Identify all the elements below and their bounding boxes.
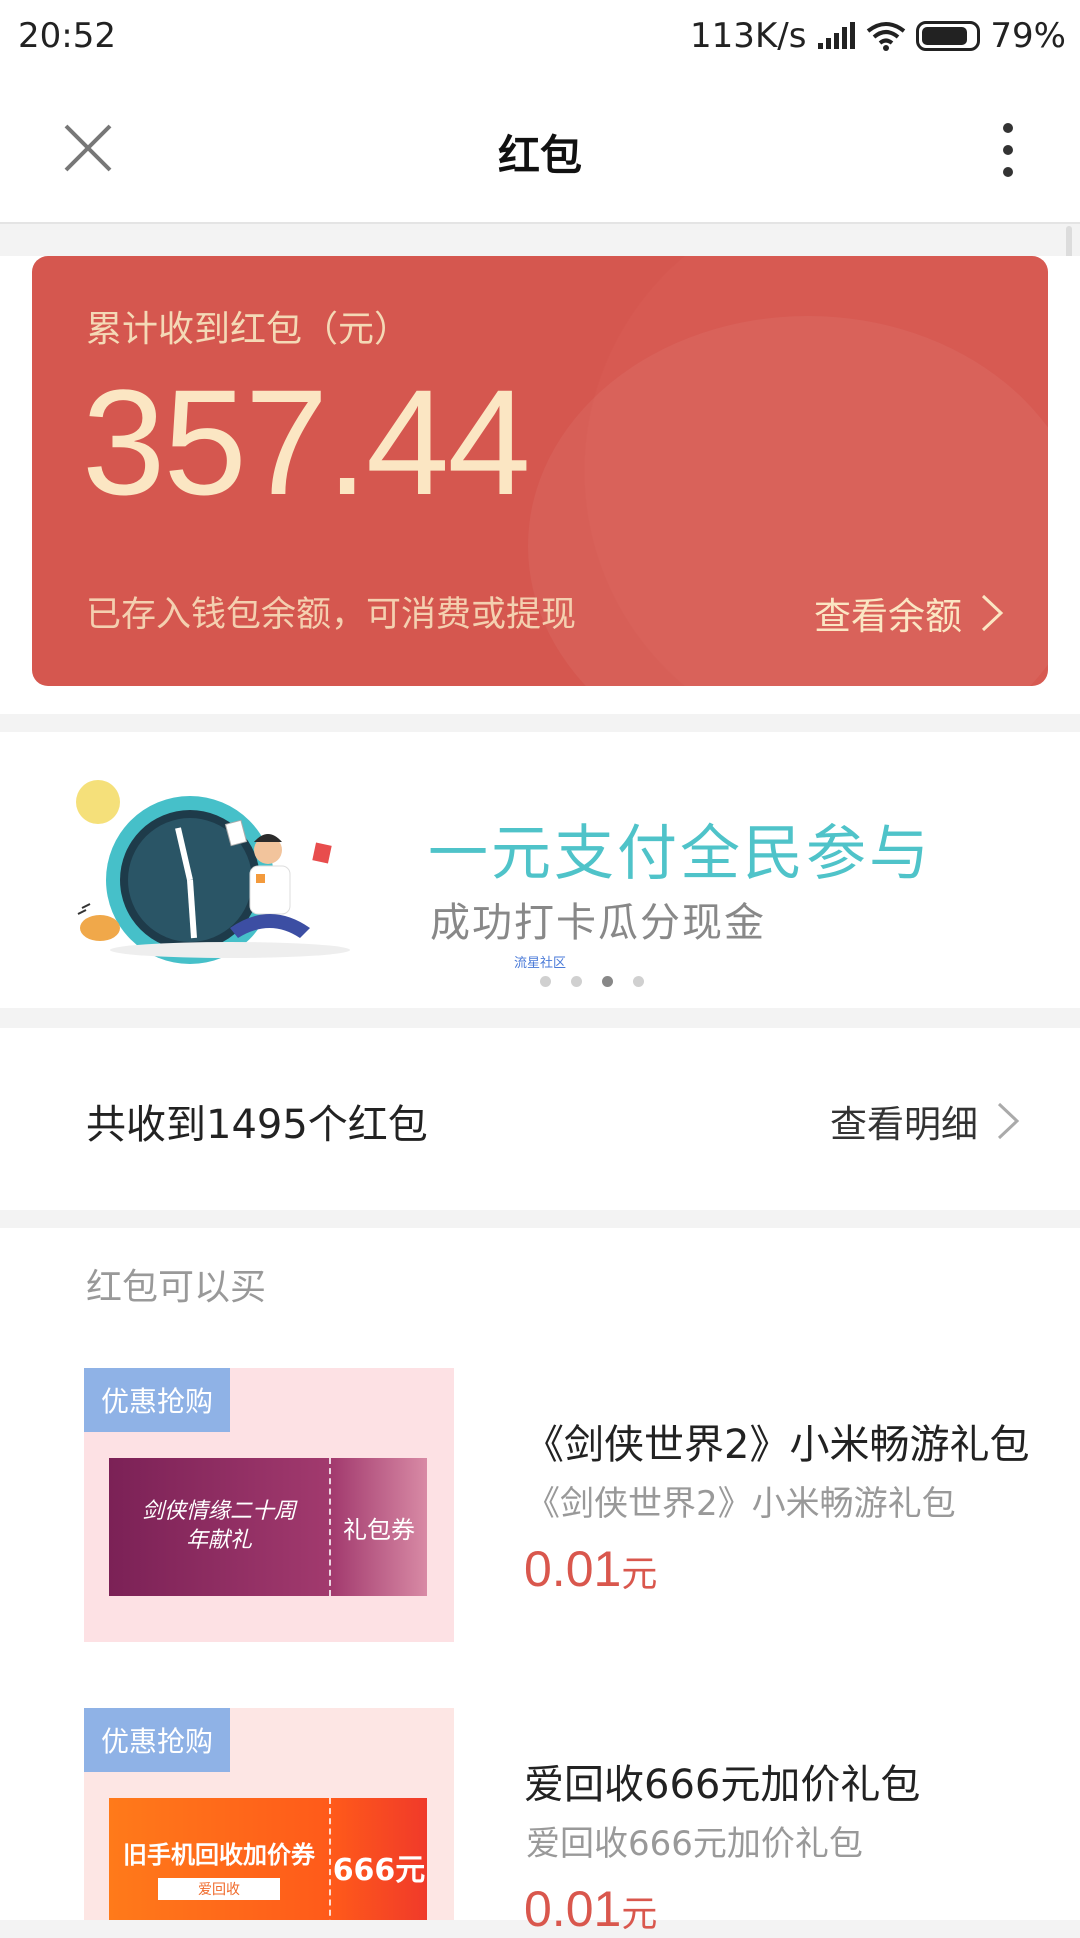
title-bar: 红包 [0,76,1080,224]
item-price: 0.01元 [524,1880,657,1938]
item-price: 0.01元 [524,1540,657,1598]
price-value: 0.01 [524,1881,622,1937]
pagination-dot[interactable] [540,976,551,987]
item-image[interactable]: 优惠抢购 剑侠情缘二十周年献礼 礼包券 [84,1368,454,1642]
banner-subline: 成功打卡瓜分现金 [430,900,766,946]
summary-label: 累计收到红包（元） [86,309,411,350]
item-name[interactable]: 《剑侠世界2》小米畅游礼包 [524,1412,1029,1470]
coupon-tag: 礼包券 [329,1458,427,1596]
view-balance-label: 查看余额 [814,595,962,638]
view-details-label: 查看明细 [830,1103,978,1146]
chevron-right-icon [997,1102,1020,1140]
summary-amount: 357.44 [82,358,531,526]
summary-note: 已存入钱包余额，可消费或提现 [86,595,577,635]
price-unit: 元 [621,1554,658,1595]
view-balance-link[interactable]: 查看余额 [814,586,1004,640]
coupon-brand: 爱回收 [158,1877,280,1900]
item-name[interactable]: 爱回收666元加价礼包 [524,1752,920,1810]
item-subtitle: 爱回收666元加价礼包 [526,1824,863,1864]
view-details-link[interactable]: 查看明细 [830,1094,1020,1148]
banner-illustration [76,780,350,964]
buy-section-title: 红包可以买 [86,1267,267,1308]
status-bar: 20:52 113K/s 79% [0,0,1080,76]
total-count-text: 共收到1495个红包 [86,1102,428,1148]
coupon-graphic: 剑侠情缘二十周年献礼 礼包券 [109,1458,427,1596]
coupon-art-text: 剑侠情缘二十周年献礼 [141,1499,296,1553]
item-image[interactable]: 优惠抢购 旧手机回收加价券 爱回收 666元 [84,1708,454,1920]
promo-badge: 优惠抢购 [84,1708,230,1772]
price-unit: 元 [621,1894,658,1935]
coupon-art: 剑侠情缘二十周年献礼 [109,1458,329,1596]
battery-icon [916,21,981,51]
coupon-art: 旧手机回收加价券 爱回收 [109,1798,329,1920]
signal-icon [818,22,856,49]
coupon-tag: 666元 [329,1798,427,1920]
page-title: 红包 [497,131,582,180]
coupon-art-text: 旧手机回收加价券 [123,1840,315,1869]
more-options-icon[interactable] [996,120,1020,180]
pagination-dot[interactable] [571,976,582,987]
banner-headline: 一元支付全民参与 [428,819,932,889]
battery-percent: 79% [990,16,1066,56]
price-value: 0.01 [524,1541,622,1597]
coupon-graphic: 旧手机回收加价券 爱回收 666元 [109,1798,427,1920]
status-right: 113K/s 79% [690,16,1066,56]
pagination-dot-active[interactable] [602,976,613,987]
network-speed: 113K/s [690,16,807,56]
banner-tag: 流星社区 [514,956,567,971]
summary-card: 累计收到红包（元） 357.44 已存入钱包余额，可消费或提现 查看余额 [32,256,1048,686]
status-time: 20:52 [18,16,116,56]
item-subtitle: 《剑侠世界2》小米畅游礼包 [526,1484,956,1524]
pagination-dot[interactable] [633,976,644,987]
wifi-icon [867,22,906,51]
promo-badge: 优惠抢购 [84,1368,230,1432]
chevron-right-icon [981,594,1004,632]
banner-pagination [540,976,644,987]
